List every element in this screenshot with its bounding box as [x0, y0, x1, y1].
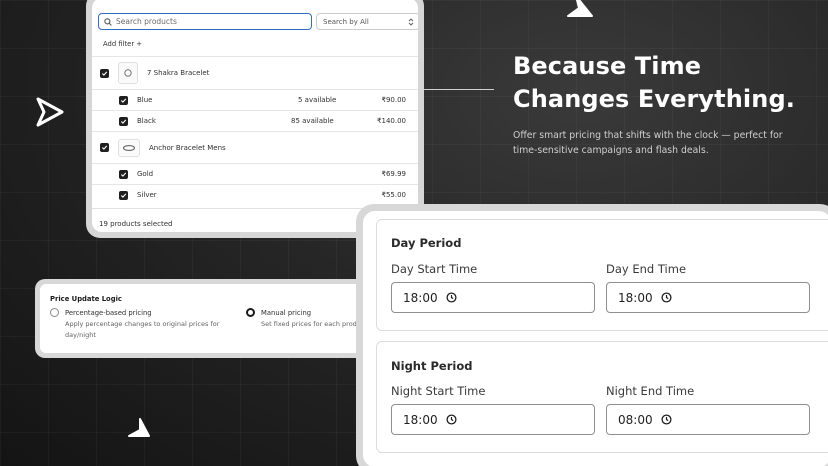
- checkbox-checked[interactable]: [119, 116, 128, 126]
- check-icon: [120, 172, 127, 177]
- variant-price: ₹90.00: [381, 96, 407, 104]
- clock-icon[interactable]: [446, 292, 457, 303]
- product-name: Anchor Bracelet Mens: [149, 143, 226, 152]
- variant-name: Blue: [137, 96, 153, 104]
- time-period-panel: Day Period Day Start Time Day End Time 1…: [363, 211, 828, 466]
- variant-price: ₹69.99: [381, 170, 407, 178]
- option-label: Percentage-based pricing: [65, 308, 152, 317]
- day-start-input[interactable]: 18:00: [391, 282, 595, 313]
- search-icon: [104, 17, 112, 26]
- headline-subtext: Offer smart pricing that shifts with the…: [513, 130, 783, 156]
- product-list: 7 Shakra Bracelet Blue 5 available ₹90.0…: [92, 56, 418, 205]
- night-end-value: 08:00: [618, 412, 653, 427]
- radio-line: Percentage-based pricing: [50, 308, 240, 317]
- headline: Because Time Changes Everything.: [513, 50, 795, 116]
- option-description: Apply percentage changes to original pri…: [65, 320, 220, 339]
- variant-row[interactable]: Silver ₹55.00: [92, 184, 418, 205]
- day-period-title: Day Period: [391, 236, 462, 250]
- bracelet-icon: [124, 69, 132, 77]
- night-start-input[interactable]: 18:00: [391, 404, 595, 435]
- product-name: 7 Shakra Bracelet: [147, 69, 210, 77]
- variant-row[interactable]: Gold ₹69.99: [92, 163, 418, 184]
- product-thumbnail: [118, 138, 140, 157]
- variant-row[interactable]: Blue 5 available ₹90.00: [92, 89, 418, 110]
- add-filter-button[interactable]: Add filter +: [103, 40, 142, 48]
- product-picker: Search products Search by All Add filter…: [92, 0, 418, 232]
- product-picker-card: Search products Search by All Add filter…: [86, 0, 424, 238]
- day-end-value: 18:00: [618, 290, 653, 305]
- check-icon: [101, 145, 108, 150]
- search-placeholder: Search products: [116, 17, 177, 26]
- check-icon: [101, 71, 108, 76]
- search-by-label: Search by All: [323, 17, 369, 26]
- headline-line-1: Because Time: [513, 52, 702, 80]
- check-icon: [120, 193, 127, 198]
- play-arrow-icon: [36, 97, 64, 127]
- price-logic-title: Price Update Logic: [50, 295, 122, 303]
- checkbox-checked[interactable]: [100, 68, 109, 78]
- option-percentage[interactable]: Percentage-based pricing Apply percentag…: [50, 308, 240, 341]
- variant-price: ₹140.00: [377, 117, 406, 125]
- day-end-label: Day End Time: [606, 262, 687, 276]
- checkbox-checked[interactable]: [100, 143, 109, 152]
- variant-price: ₹55.00: [381, 191, 407, 199]
- day-period-section: Day Period Day Start Time Day End Time 1…: [376, 219, 828, 331]
- product-thumbnail: [118, 62, 138, 84]
- play-arrow-icon: [567, 0, 593, 17]
- chevron-updown-icon: [408, 17, 414, 26]
- night-period-section: Night Period Night Start Time Night End …: [376, 341, 828, 453]
- product-row[interactable]: Anchor Bracelet Mens: [92, 131, 418, 163]
- night-end-label: Night End Time: [606, 384, 695, 398]
- clock-icon[interactable]: [446, 414, 457, 425]
- time-period-card: Day Period Day Start Time Day End Time 1…: [356, 204, 828, 466]
- variant-name: Black: [137, 117, 156, 125]
- variant-availability: 85 available: [291, 117, 334, 125]
- search-by-select[interactable]: Search by All: [316, 13, 418, 30]
- checkbox-checked[interactable]: [119, 169, 128, 179]
- option-label: Manual pricing: [261, 308, 312, 317]
- connector-line: [424, 89, 494, 90]
- day-end-input[interactable]: 18:00: [606, 282, 810, 313]
- day-start-label: Day Start Time: [391, 262, 478, 276]
- night-period-title: Night Period: [391, 359, 473, 373]
- variant-name: Gold: [137, 170, 154, 178]
- check-icon: [120, 119, 127, 124]
- check-icon: [120, 98, 127, 103]
- radio-unselected[interactable]: [50, 308, 59, 317]
- clock-icon[interactable]: [661, 414, 672, 425]
- night-start-label: Night Start Time: [391, 384, 486, 398]
- radio-selected[interactable]: [246, 308, 255, 317]
- variant-name: Silver: [137, 191, 157, 199]
- bracelet-icon: [122, 144, 136, 151]
- product-row[interactable]: 7 Shakra Bracelet: [92, 56, 418, 89]
- search-row: Search products Search by All: [98, 13, 418, 30]
- headline-line-2: Changes Everything.: [513, 85, 795, 113]
- night-end-input[interactable]: 08:00: [606, 404, 810, 435]
- variant-row[interactable]: Black 85 available ₹140.00: [92, 110, 418, 131]
- play-arrow-icon: [128, 418, 150, 437]
- day-start-value: 18:00: [403, 290, 438, 305]
- clock-icon[interactable]: [661, 292, 672, 303]
- selected-count: 19 products selected: [99, 219, 173, 228]
- night-start-value: 18:00: [403, 412, 438, 427]
- checkbox-checked[interactable]: [119, 190, 128, 200]
- checkbox-checked[interactable]: [119, 95, 128, 105]
- variant-availability: 5 available: [298, 96, 337, 104]
- search-input[interactable]: Search products: [98, 13, 312, 30]
